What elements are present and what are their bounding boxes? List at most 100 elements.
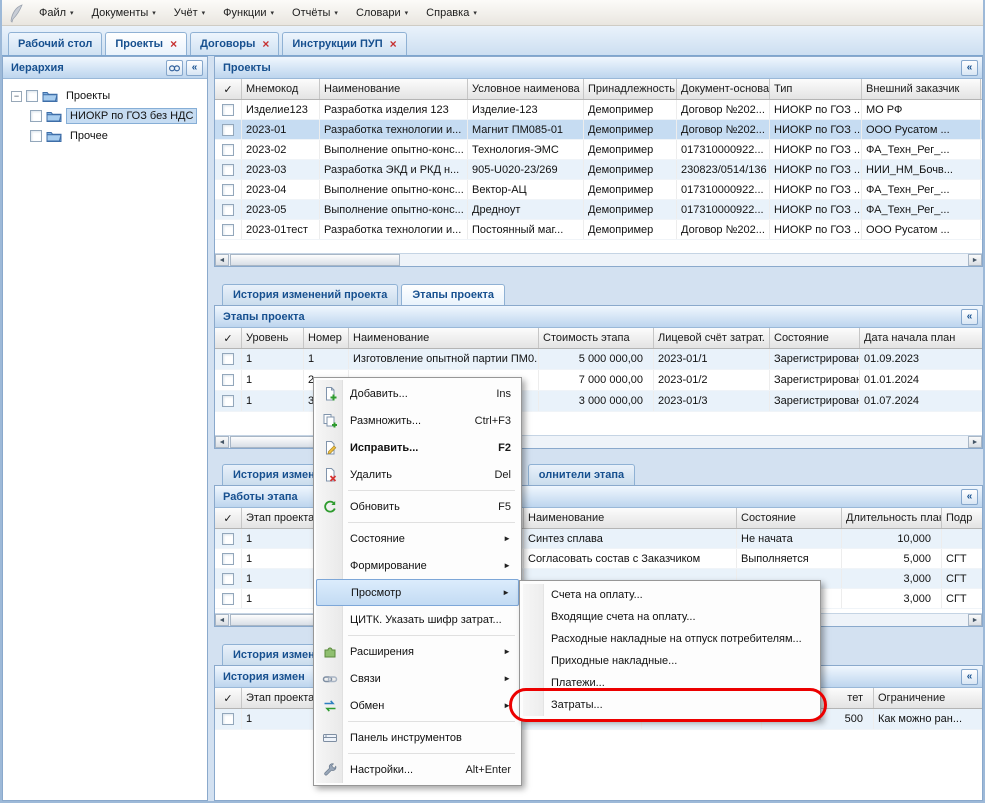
- column-header[interactable]: Условное наименова: [468, 79, 584, 99]
- row-checkbox[interactable]: [222, 533, 234, 545]
- column-header[interactable]: Состояние: [737, 508, 842, 528]
- menubar-item[interactable]: Отчёты▾: [283, 3, 347, 23]
- sidebar-collapse-button[interactable]: «: [186, 60, 203, 76]
- context-menu-item[interactable]: Добавить...Ins: [316, 380, 519, 407]
- tree-checkbox[interactable]: [26, 90, 38, 102]
- column-header[interactable]: Принадлежность: [584, 79, 677, 99]
- context-menu-item[interactable]: Исправить...F2: [316, 434, 519, 461]
- scroll-left-icon[interactable]: ◄: [215, 436, 229, 448]
- column-header[interactable]: Наименование: [320, 79, 468, 99]
- tab-close-icon[interactable]: ×: [170, 38, 177, 50]
- panel-collapse-button[interactable]: «: [961, 669, 978, 685]
- context-menu-item[interactable]: Просмотр►: [316, 579, 519, 606]
- submenu-item[interactable]: Входящие счета на оплату...: [523, 606, 817, 628]
- row-checkbox[interactable]: [222, 593, 234, 605]
- context-menu-item[interactable]: Панель инструментов: [316, 724, 519, 751]
- row-checkbox[interactable]: [222, 144, 234, 156]
- column-header[interactable]: Состояние: [770, 328, 860, 348]
- panel-collapse-button[interactable]: «: [961, 489, 978, 505]
- column-header[interactable]: ✓: [215, 79, 242, 99]
- column-header[interactable]: Тип: [770, 79, 862, 99]
- horizontal-scrollbar[interactable]: ◄ ►: [215, 253, 982, 266]
- section-tab[interactable]: Этапы проекта: [401, 284, 505, 305]
- table-row[interactable]: Изделие123Разработка изделия 123Изделие-…: [215, 100, 982, 120]
- table-row[interactable]: 2023-02Выполнение опытно-конс...Технолог…: [215, 140, 982, 160]
- context-menu-item[interactable]: Состояние►: [316, 525, 519, 552]
- column-header[interactable]: Подр: [942, 508, 982, 528]
- row-checkbox[interactable]: [222, 353, 234, 365]
- row-checkbox[interactable]: [222, 374, 234, 386]
- context-menu-item[interactable]: Связи►: [316, 665, 519, 692]
- table-row[interactable]: 2023-05Выполнение опытно-конс...Дредноут…: [215, 200, 982, 220]
- tree-checkbox[interactable]: [30, 110, 42, 122]
- row-checkbox[interactable]: [222, 573, 234, 585]
- tree-item[interactable]: −Проекты: [3, 86, 207, 106]
- table-row[interactable]: 2023-01тестРазработка технологии и...Пос…: [215, 220, 982, 240]
- column-header[interactable]: ✓: [215, 688, 242, 708]
- row-checkbox[interactable]: [222, 204, 234, 216]
- column-header[interactable]: Номер: [304, 328, 349, 348]
- context-menu-item[interactable]: Размножить...Ctrl+F3: [316, 407, 519, 434]
- tree-checkbox[interactable]: [30, 130, 42, 142]
- tab-close-icon[interactable]: ×: [262, 38, 269, 50]
- submenu-item[interactable]: Расходные накладные на отпуск потребител…: [523, 628, 817, 650]
- tab-close-icon[interactable]: ×: [390, 38, 397, 50]
- table-row[interactable]: 11Изготовление опытной партии ПМ0...5 00…: [215, 349, 982, 370]
- column-header[interactable]: Дата начала план: [860, 328, 982, 348]
- row-checkbox[interactable]: [222, 553, 234, 565]
- column-header[interactable]: Лицевой счёт затрат.: [654, 328, 770, 348]
- scroll-left-icon[interactable]: ◄: [215, 254, 229, 266]
- context-menu-item[interactable]: ОбновитьF5: [316, 493, 519, 520]
- submenu-item[interactable]: Приходные накладные...: [523, 650, 817, 672]
- section-tab[interactable]: История измен: [222, 464, 326, 485]
- column-header[interactable]: Документ-основан: [677, 79, 770, 99]
- column-header[interactable]: Уровень: [242, 328, 304, 348]
- row-checkbox[interactable]: [222, 395, 234, 407]
- context-menu-item[interactable]: УдалитьDel: [316, 461, 519, 488]
- tab[interactable]: Проекты×: [105, 32, 187, 55]
- context-menu-item[interactable]: ЦИТК. Указать шифр затрат...: [316, 606, 519, 633]
- section-tab[interactable]: История измен: [222, 644, 326, 665]
- menubar-item[interactable]: Словари▾: [347, 3, 417, 23]
- tab[interactable]: Рабочий стол: [8, 32, 102, 55]
- submenu-item[interactable]: Счета на оплату...: [523, 584, 817, 606]
- section-tab[interactable]: История изменений проекта: [222, 284, 398, 305]
- scroll-right-icon[interactable]: ►: [968, 254, 982, 266]
- table-row[interactable]: 2023-04Выполнение опытно-конс...Вектор-А…: [215, 180, 982, 200]
- row-checkbox[interactable]: [222, 104, 234, 116]
- context-menu-item[interactable]: Настройки...Alt+Enter: [316, 756, 519, 783]
- row-checkbox[interactable]: [222, 713, 234, 725]
- panel-collapse-button[interactable]: «: [961, 60, 978, 76]
- menubar-item[interactable]: Файл▾: [30, 3, 83, 23]
- menubar-item[interactable]: Функции▾: [214, 3, 283, 23]
- menubar-item[interactable]: Учёт▾: [165, 3, 214, 23]
- scroll-thumb[interactable]: [230, 254, 400, 266]
- scroll-left-icon[interactable]: ◄: [215, 614, 229, 626]
- column-header[interactable]: Мнемокод: [242, 79, 320, 99]
- tree-item[interactable]: Прочее: [3, 126, 207, 146]
- menubar-item[interactable]: Справка▾: [417, 3, 486, 23]
- context-menu-item[interactable]: Обмен►: [316, 692, 519, 719]
- column-header[interactable]: Наименование: [524, 508, 737, 528]
- row-checkbox[interactable]: [222, 164, 234, 176]
- column-header[interactable]: ✓: [215, 328, 242, 348]
- scroll-right-icon[interactable]: ►: [968, 436, 982, 448]
- column-header[interactable]: Длительность план▼: [842, 508, 942, 528]
- tree-expander-icon[interactable]: −: [11, 91, 22, 102]
- row-checkbox[interactable]: [222, 124, 234, 136]
- table-row[interactable]: 2023-03Разработка ЭКД и РКД н...905-U020…: [215, 160, 982, 180]
- tab[interactable]: Инструкции ПУП×: [282, 32, 406, 55]
- tree-item[interactable]: НИОКР по ГОЗ без НДС: [3, 106, 207, 126]
- submenu-item[interactable]: Затраты...: [523, 694, 817, 716]
- table-row[interactable]: 2023-01Разработка технологии и...Магнит …: [215, 120, 982, 140]
- panel-collapse-button[interactable]: «: [961, 309, 978, 325]
- tab[interactable]: Договоры×: [190, 32, 279, 55]
- column-header[interactable]: Внешний заказчик: [862, 79, 981, 99]
- column-header[interactable]: Наименование: [349, 328, 539, 348]
- row-checkbox[interactable]: [222, 224, 234, 236]
- column-header[interactable]: Ограничение: [874, 688, 982, 708]
- submenu-item[interactable]: Платежи...: [523, 672, 817, 694]
- context-menu-item[interactable]: Расширения►: [316, 638, 519, 665]
- context-menu-item[interactable]: Формирование►: [316, 552, 519, 579]
- section-tab[interactable]: олнители этапа: [528, 464, 635, 485]
